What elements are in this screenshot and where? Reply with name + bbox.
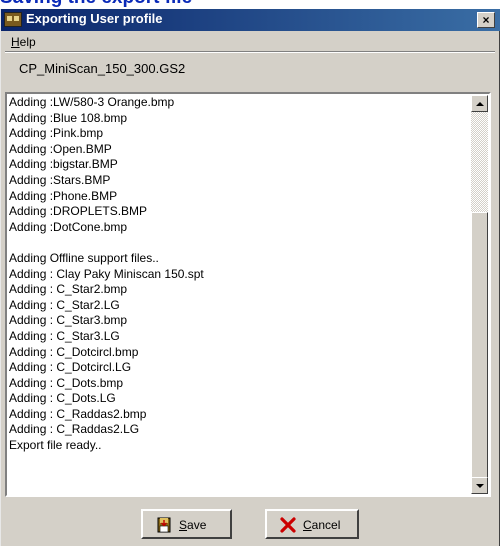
cancel-x-icon [280, 517, 296, 533]
log-line: Adding : C_Star3.bmp [9, 313, 128, 328]
cancel-label-rest: ancel [311, 518, 341, 532]
export-log[interactable]: Adding :LW/580-3 Orange.bmp Adding :Blue … [5, 92, 491, 497]
close-button[interactable]: × [477, 12, 495, 28]
log-line: Adding :Blue 108.bmp [9, 110, 128, 125]
log-line: Adding :Phone.BMP [9, 188, 118, 203]
export-dialog: Exporting User profile × Help CP_MiniSca… [0, 9, 500, 546]
window-title: Exporting User profile [26, 11, 163, 26]
log-line: Adding : Clay Paky Miniscan 150.spt [9, 266, 204, 281]
title-bar[interactable]: Exporting User profile × [1, 9, 500, 31]
log-line: Adding : C_Dots.LG [9, 391, 116, 406]
log-line: Adding : C_Star2.bmp [9, 282, 128, 297]
save-mnemonic: S [179, 518, 188, 532]
log-line: Adding : C_Dots.bmp [9, 375, 124, 390]
log-line: Adding : C_Star2.LG [9, 297, 120, 312]
menu-help-mnemonic: H [11, 35, 20, 49]
cancel-button[interactable]: Cancel [265, 509, 359, 539]
log-line: Adding :LW/580-3 Orange.bmp [9, 95, 175, 109]
arrow-up-icon [476, 102, 484, 106]
log-line: Adding :Pink.bmp [9, 126, 104, 141]
scroll-up-button[interactable] [471, 95, 488, 112]
log-line: Adding :DotCone.bmp [9, 219, 128, 234]
log-line: Adding :Stars.BMP [9, 172, 111, 187]
menu-help[interactable]: Help [5, 33, 42, 51]
log-line: Adding Offline support files.. [9, 250, 159, 265]
scrollbar-thumb[interactable] [471, 212, 488, 480]
log-line: Adding : C_Star3.LG [9, 328, 120, 343]
save-label-rest: ave [187, 518, 207, 532]
save-button[interactable]: Save [141, 509, 232, 539]
page-heading: Saving the export file [0, 0, 192, 9]
log-line: Adding : C_Raddas2.LG [9, 422, 140, 437]
log-line: Adding :Open.BMP [9, 141, 112, 156]
log-line: Adding : C_Raddas2.bmp [9, 406, 147, 421]
scroll-down-button[interactable] [471, 477, 488, 494]
menu-bar: Help [5, 33, 42, 51]
menu-divider [5, 51, 495, 53]
export-log-lines: Adding :LW/580-3 Orange.bmp Adding :Blue … [9, 95, 469, 454]
profile-name: CP_MiniScan_150_300.GS2 [19, 61, 186, 76]
log-line: Export file ready.. [9, 438, 102, 453]
app-icon [4, 12, 22, 27]
arrow-down-icon [476, 484, 484, 488]
cancel-mnemonic: C [303, 518, 312, 532]
close-icon: × [482, 13, 490, 27]
cancel-button-label: Cancel [303, 518, 340, 532]
log-line: Adding : C_Dotcircl.bmp [9, 344, 139, 359]
save-icon [157, 517, 171, 533]
log-line: Adding : C_Dotcircl.LG [9, 360, 132, 375]
log-scrollbar[interactable] [471, 95, 488, 494]
log-line: Adding :bigstar.BMP [9, 157, 118, 172]
log-line: Adding :DROPLETS.BMP [9, 204, 148, 219]
menu-help-label: elp [19, 35, 36, 49]
save-button-label: Save [179, 518, 206, 532]
